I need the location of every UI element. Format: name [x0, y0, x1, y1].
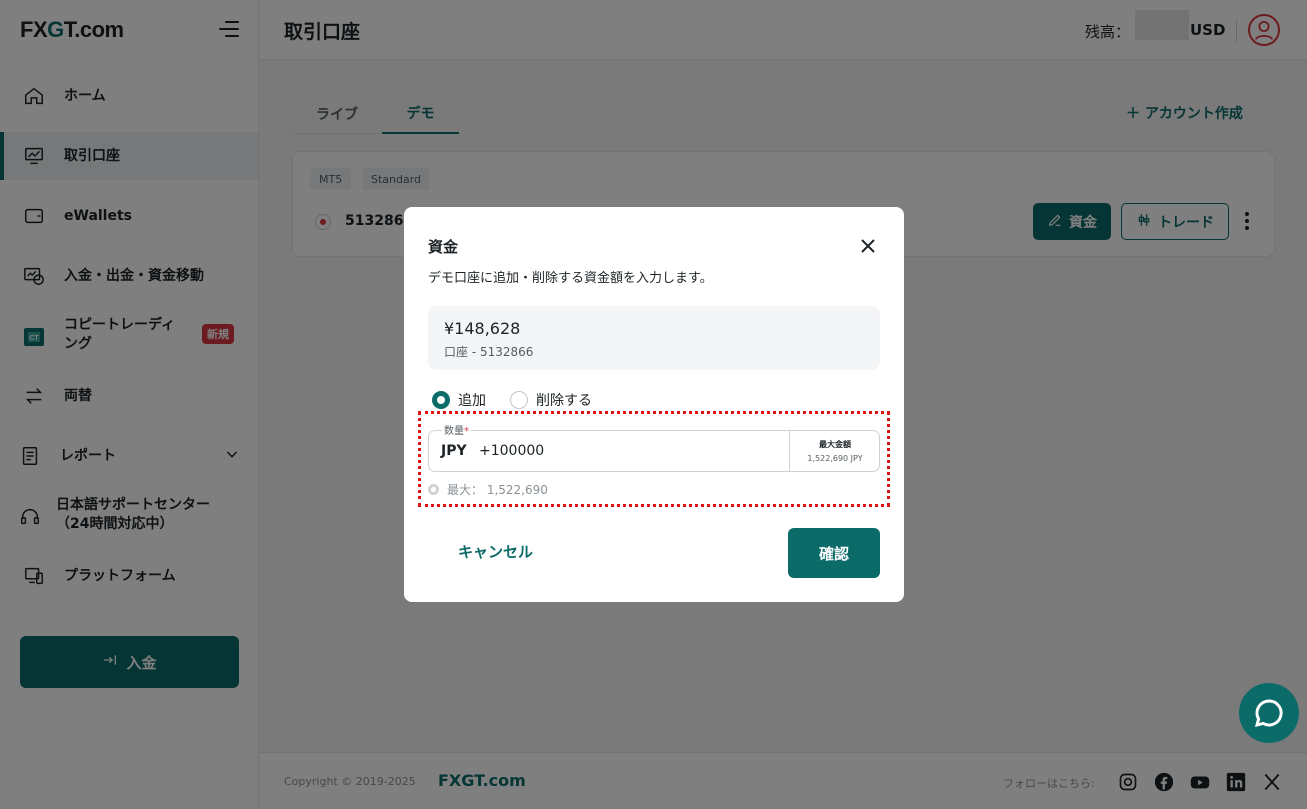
- amount-label-text: 数量: [444, 426, 464, 437]
- modal-description: デモ口座に追加・削除する資金額を入力します。: [428, 271, 713, 286]
- radio-remove-label: 削除する: [536, 393, 592, 409]
- demo-balance: ¥148,628: [444, 319, 521, 338]
- radio-add-label: 追加: [458, 393, 486, 409]
- close-icon[interactable]: [859, 237, 877, 255]
- modal-title: 資金: [428, 238, 459, 256]
- cancel-button[interactable]: キャンセル: [458, 541, 533, 562]
- highlight-box: [418, 411, 890, 507]
- radio-remove[interactable]: 削除する: [510, 390, 592, 410]
- radio-unselected-icon: [510, 391, 528, 409]
- fund-modal: 資金 デモ口座に追加・削除する資金額を入力します。 ¥148,628 口座 - …: [404, 207, 904, 602]
- radio-selected-icon: [432, 391, 450, 409]
- balance-box: ¥148,628 口座 - 5132866: [428, 306, 880, 370]
- account-line: 口座 - 5132866: [444, 345, 534, 359]
- confirm-button[interactable]: 確認: [788, 528, 880, 578]
- amount-label: 数量*: [442, 422, 471, 437]
- chat-icon[interactable]: [1239, 683, 1299, 743]
- required-mark: *: [464, 426, 469, 437]
- radio-add[interactable]: 追加: [432, 390, 486, 410]
